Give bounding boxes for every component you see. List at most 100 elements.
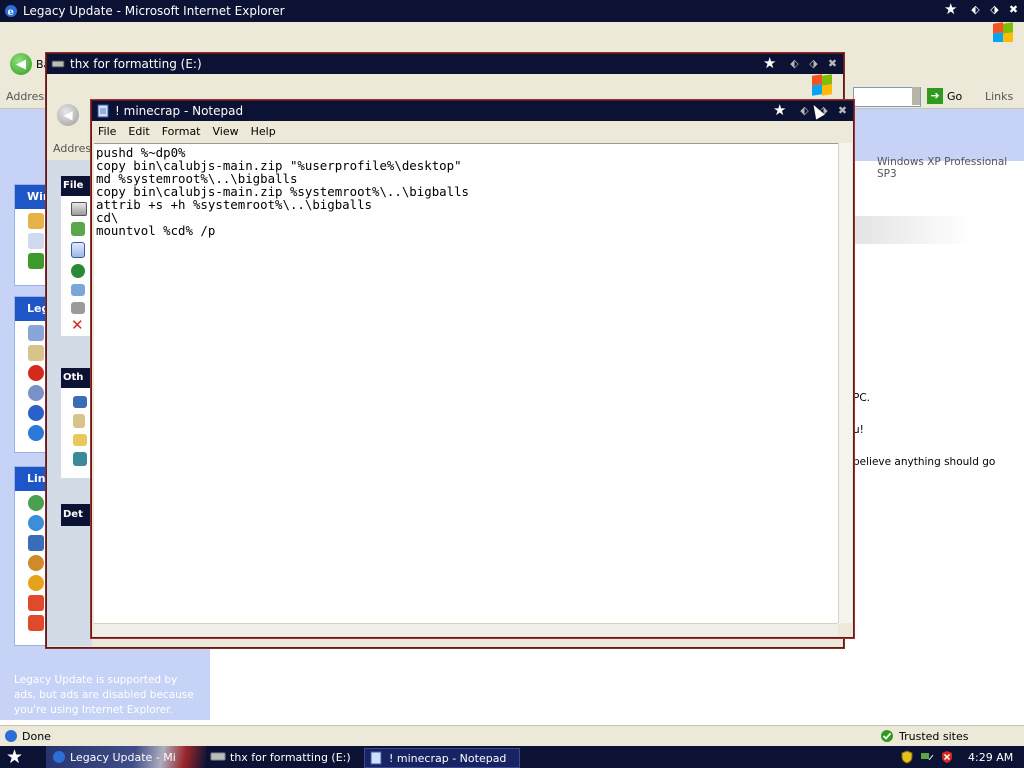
page-done-icon [5,730,17,742]
clock[interactable]: 4:29 AM [968,751,1013,764]
ie-menubar [0,22,1024,44]
os-version-text: Windows XP Professional SP3 [877,156,1008,180]
notepad-icon [97,104,109,118]
settings-icon[interactable] [28,325,44,341]
close-button[interactable]: ✖ [826,57,839,70]
taskbar-button-explorer[interactable]: thx for formatting (E:) [206,748,360,766]
calendar-icon[interactable] [28,345,44,361]
delete-icon[interactable]: ✕ [71,317,93,333]
explorer-task-pane: File ✕ Oth Det [47,160,95,646]
copy-icon[interactable] [71,242,85,258]
security-alert-icon[interactable] [940,750,954,764]
notepad-text-area[interactable]: pushd %~dp0% copy bin\calubjs-main.zip "… [94,143,840,624]
taskbar-button-ie[interactable]: Legacy Update - Mi [48,748,202,766]
taskbar: ★ Legacy Update - Mi thx for formatting … [0,746,1024,768]
explorer-panel-other: Oth [61,368,93,478]
star-icon[interactable]: ★ [763,56,776,71]
progress-band [853,216,971,244]
refresh-icon[interactable] [28,253,44,269]
address-label: Address [6,90,50,103]
minimize-button[interactable]: ⬖ [788,57,801,70]
notepad-icon [370,751,382,765]
network-icon[interactable] [920,750,934,764]
notepad-window: ! minecrap - Notepad ★ ⬖ ⬗ ✖ File Edit F… [91,100,854,638]
folder-icon[interactable] [73,434,87,446]
restore-button[interactable]: ⬗ [807,57,820,70]
minimize-button[interactable]: ⬖ [969,3,982,16]
computer-icon[interactable] [71,202,87,216]
users-icon[interactable] [28,535,44,551]
taskbar-button-label: thx for formatting (E:) [230,750,351,764]
disk-icon[interactable] [28,385,44,401]
error-icon[interactable] [28,365,44,381]
taskbar-button-label: Legacy Update - Mi [70,750,176,764]
security-zone-text: Trusted sites [899,730,969,743]
star-icon[interactable]: ★ [944,2,957,17]
system-tray: 4:29 AM [900,748,1024,766]
taskbar-button-notepad[interactable]: ! minecrap - Notepad [364,748,520,768]
address-dropdown[interactable] [912,87,920,105]
explorer-menubar [47,74,843,96]
help-icon[interactable] [28,405,44,421]
links-label[interactable]: Links [985,90,1013,103]
home-icon[interactable] [28,213,44,229]
email-icon[interactable] [71,284,85,296]
go-button[interactable]: Go [947,90,962,103]
chain-icon[interactable] [28,555,44,571]
menu-file[interactable]: File [92,125,122,138]
star-icon[interactable]: ★ [773,103,786,118]
back-arrow-icon[interactable]: ◀ [57,104,79,126]
start-button-star-icon[interactable]: ★ [6,747,23,767]
heart-icon[interactable] [28,595,44,611]
folder-up-icon[interactable] [71,222,85,236]
menu-edit[interactable]: Edit [122,125,155,138]
vertical-scrollbar[interactable] [838,143,852,623]
my-computer-icon[interactable] [73,396,87,408]
notepad-menubar: File Edit Format View Help [92,121,853,141]
close-button[interactable]: ✖ [836,104,849,117]
menu-help[interactable]: Help [245,125,282,138]
check-icon [881,730,893,742]
address-input[interactable] [853,87,921,107]
globe-icon[interactable] [28,495,44,511]
go-arrow-icon[interactable]: ➜ [927,88,943,104]
page-icon[interactable] [28,233,44,249]
content-line: believe anything should go [853,456,996,468]
notepad-window-title: ! minecrap - Notepad [115,104,244,118]
restore-button[interactable]: ⬗ [988,3,1001,16]
my-documents-icon[interactable] [73,414,85,428]
explorer-window-title: thx for formatting (E:) [70,57,202,71]
heart-icon[interactable] [28,615,44,631]
ie-status-bar: Done Trusted sites [0,725,1024,746]
windows-flag-icon [811,74,833,96]
horizontal-scrollbar[interactable] [94,623,838,636]
close-button[interactable]: ✖ [1007,3,1020,16]
drive-icon [51,60,65,68]
explorer-panel-file: File ✕ [61,176,93,336]
web-icon[interactable] [71,264,85,278]
explorer-titlebar[interactable]: thx for formatting (E:) ★ ⬖ ⬗ ✖ [47,54,843,74]
print-icon[interactable] [71,302,85,314]
globe-icon[interactable] [28,515,44,531]
ie-icon: e [5,5,17,18]
info-icon[interactable] [28,425,44,441]
ie-icon [53,751,65,763]
menu-format[interactable]: Format [156,125,207,138]
back-arrow-icon[interactable]: ◀ [10,53,32,75]
shield-icon[interactable] [900,750,914,764]
network-icon[interactable] [73,452,87,466]
taskbar-button-label: ! minecrap - Notepad [389,751,507,765]
sidebar-footer-text: Legacy Update is supported by ads, but a… [14,674,194,731]
notepad-titlebar[interactable]: ! minecrap - Notepad ★ ⬖ ⬗ ✖ [92,101,853,121]
content-line: u! [853,424,864,436]
drive-icon [210,752,226,761]
status-text: Done [22,730,51,743]
menu-view[interactable]: View [207,125,245,138]
explorer-panel-title[interactable]: Oth [61,368,93,388]
content-line: PC. [853,392,871,404]
explorer-panel-title[interactable]: Det [61,504,95,526]
explorer-panel-title[interactable]: File [61,176,93,196]
svg-text:e: e [8,7,14,18]
ie-titlebar[interactable]: e Legacy Update - Microsoft Internet Exp… [0,0,1024,22]
play-icon[interactable] [28,575,44,591]
